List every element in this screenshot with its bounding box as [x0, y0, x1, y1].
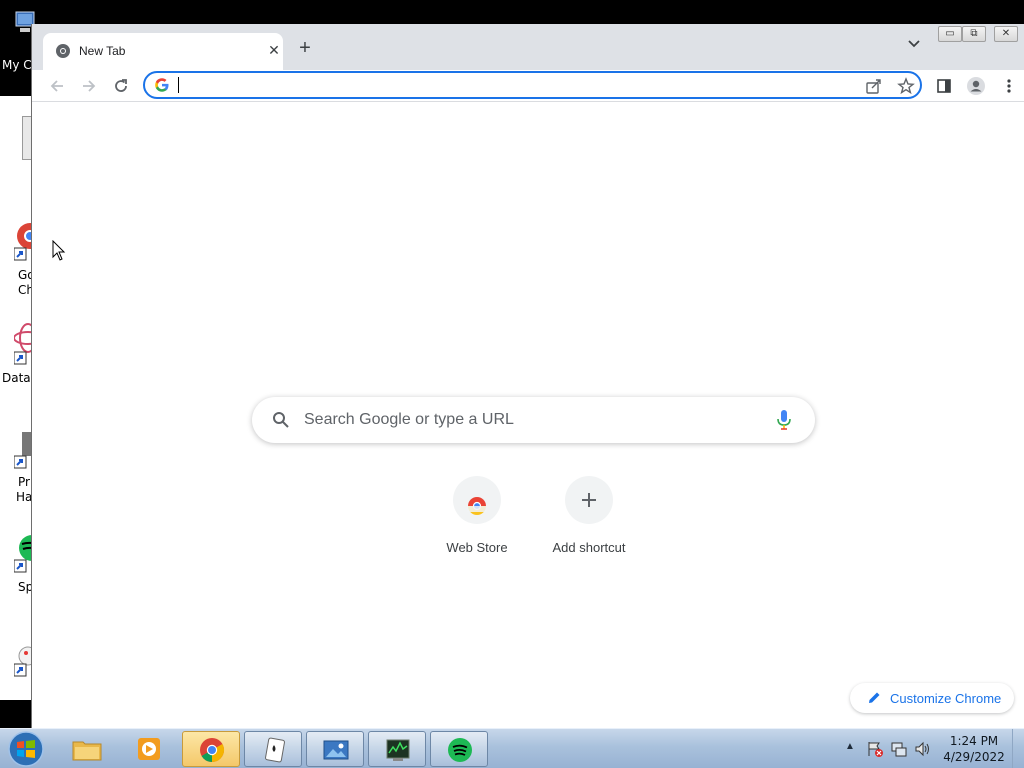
show-desktop-button[interactable]	[1012, 729, 1024, 768]
taskbar: ▲ 1:24 PM 4/29/2022	[0, 728, 1024, 768]
mouse-cursor-icon	[52, 239, 66, 262]
browser-toolbar	[32, 70, 1024, 102]
microphone-icon[interactable]	[776, 409, 792, 431]
volume-icon[interactable]	[914, 740, 932, 758]
desktop-label-program-1: Pr	[18, 475, 30, 489]
pencil-icon	[868, 691, 881, 704]
tab-search-chevron-icon[interactable]	[904, 39, 924, 59]
ntp-search-box[interactable]: Search Google or type a URL	[252, 397, 815, 443]
tab-close-icon[interactable]: ✕	[265, 41, 283, 59]
spotify-shortcut-icon[interactable]	[13, 534, 45, 576]
forward-button[interactable]	[77, 74, 101, 98]
search-icon	[272, 411, 290, 429]
desktop-strip	[0, 96, 32, 700]
new-tab-page: Search Google or type a URL Web Store Ad…	[32, 103, 1024, 728]
desktop-label-program-2: Ha	[16, 490, 33, 504]
taskbar-media-player[interactable]	[120, 731, 178, 767]
taskbar-spotify[interactable]	[430, 731, 488, 767]
customize-chrome-button[interactable]: Customize Chrome	[850, 683, 1014, 713]
share-icon[interactable]	[865, 77, 883, 95]
shortcut-web-store[interactable]: Web Store	[421, 473, 533, 569]
taskbar-photo-viewer[interactable]	[306, 731, 364, 767]
desktop-label-my-computer: My C	[2, 58, 32, 72]
back-button[interactable]	[45, 74, 69, 98]
shortcut-add[interactable]: Add shortcut	[533, 473, 645, 569]
google-g-icon	[154, 77, 170, 93]
chrome-shortcut-icon[interactable]	[13, 222, 43, 262]
text-caret	[178, 77, 179, 93]
tab-title: New Tab	[79, 44, 126, 58]
ntp-search-placeholder: Search Google or type a URL	[304, 411, 514, 428]
taskbar-task-manager[interactable]	[368, 731, 426, 767]
network-icon[interactable]	[890, 740, 908, 758]
chrome-icon	[199, 737, 225, 763]
chrome-favicon-icon	[55, 43, 71, 59]
browser-window: New Tab ✕ + ▭ ⧉ ✕ Search Google or type …	[31, 24, 1024, 728]
action-center-flag-icon[interactable]	[866, 740, 884, 758]
clock-time: 1:24 PM	[949, 734, 999, 748]
spotify-icon	[447, 737, 473, 763]
folder-icon	[72, 736, 102, 762]
task-manager-icon	[385, 737, 411, 763]
media-player-icon	[136, 736, 162, 762]
photo-viewer-icon	[323, 737, 349, 763]
tab-new-tab[interactable]: New Tab ✕	[43, 33, 283, 70]
shortcut-circle	[453, 476, 501, 524]
address-input[interactable]	[181, 75, 821, 95]
taskbar-solitaire[interactable]	[244, 731, 302, 767]
close-window-button[interactable]: ✕	[994, 26, 1018, 42]
bookmark-star-icon[interactable]	[897, 77, 915, 95]
taskbar-chrome[interactable]	[182, 731, 240, 767]
shortcut-label-add: Add shortcut	[552, 540, 626, 555]
solitaire-icon	[261, 737, 287, 763]
data-app-shortcut-icon[interactable]	[13, 322, 43, 368]
desktop-label-data: Data	[2, 371, 31, 385]
tray-overflow-icon[interactable]: ▲	[845, 741, 855, 752]
reload-button[interactable]	[109, 74, 133, 98]
system-clock[interactable]: 1:24 PM 4/29/2022	[940, 733, 1008, 765]
side-panel-icon[interactable]	[932, 74, 956, 98]
new-tab-button[interactable]: +	[294, 38, 316, 60]
shortcut-label-web-store: Web Store	[446, 540, 508, 555]
program-shortcut-icon[interactable]	[13, 430, 32, 472]
taskbar-explorer[interactable]	[58, 731, 116, 767]
clock-date: 4/29/2022	[943, 750, 1005, 764]
minimize-button[interactable]: ▭	[938, 26, 962, 42]
profile-avatar-icon[interactable]	[964, 74, 988, 98]
restore-button[interactable]: ⧉	[962, 26, 986, 42]
add-shortcut-circle	[565, 476, 613, 524]
customize-chrome-label: Customize Chrome	[890, 691, 1002, 706]
tab-strip: New Tab ✕ + ▭ ⧉ ✕	[32, 24, 1024, 70]
paint-shortcut-icon[interactable]	[13, 644, 38, 680]
address-bar[interactable]	[143, 71, 922, 99]
menu-kebab-icon[interactable]	[997, 74, 1021, 98]
start-button[interactable]	[4, 730, 48, 768]
